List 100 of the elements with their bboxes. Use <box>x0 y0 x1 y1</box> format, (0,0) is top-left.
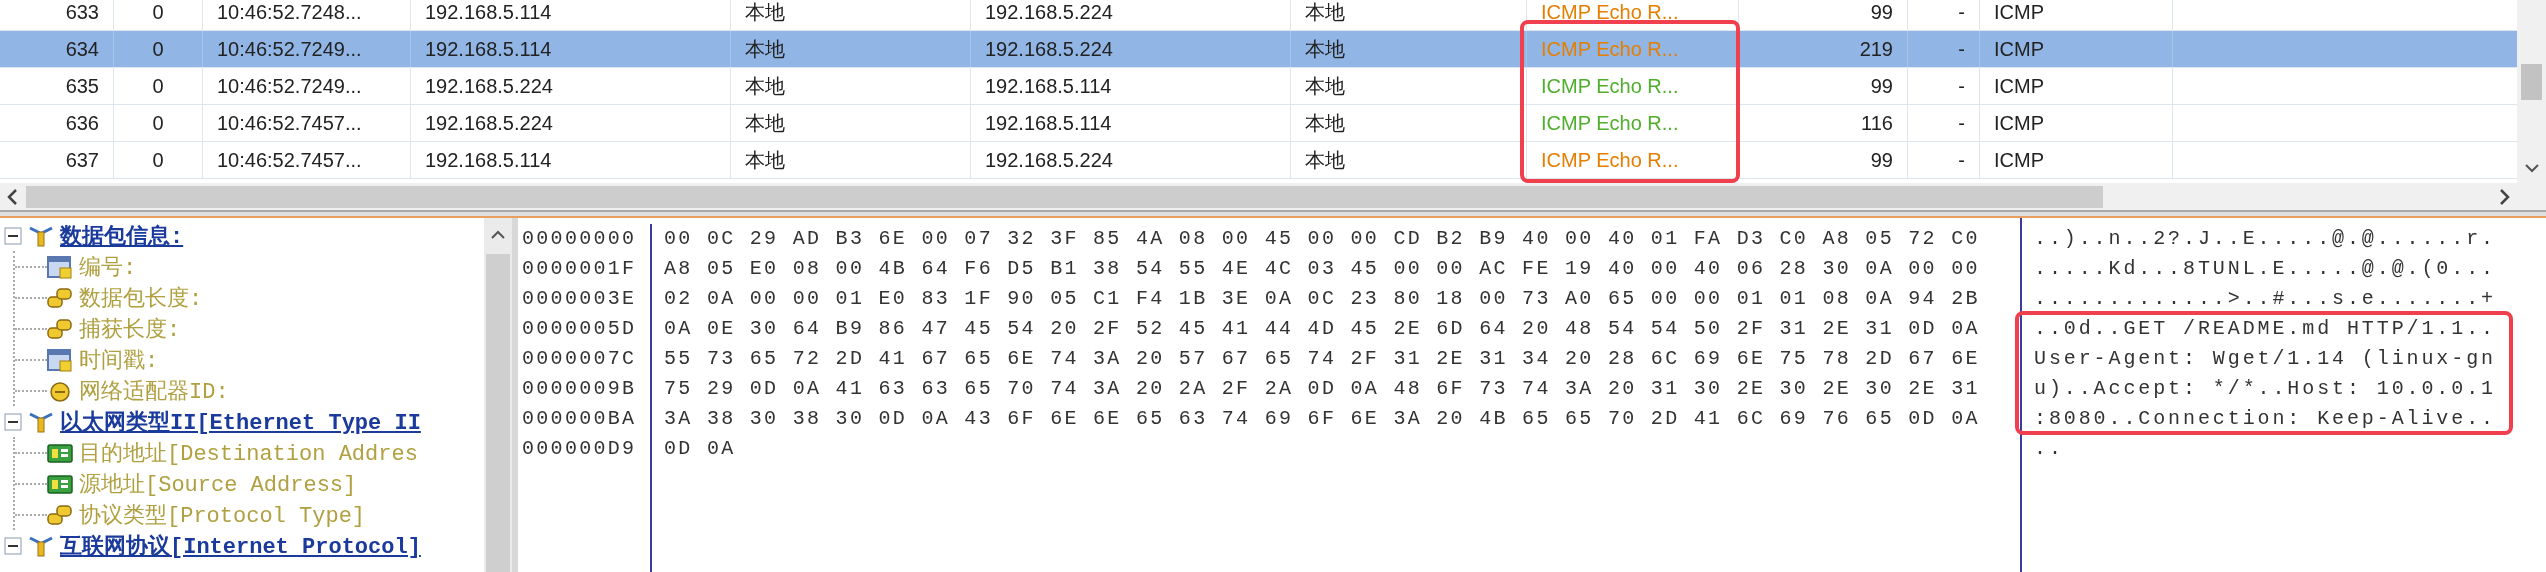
time-cell: 10:46:52.7249... <box>217 37 362 61</box>
scroll-up-icon[interactable] <box>490 230 506 240</box>
ascii-text: ..)..n..2?.J..E.....@.@......r. <box>2034 226 2496 252</box>
location-cell-text: 本地 <box>1305 147 1345 173</box>
location-cell-text: 本地 <box>745 147 785 173</box>
window-icon <box>47 254 73 279</box>
ascii-text: .....Kd...8TUNL.E.....@.@.(0... <box>2034 256 2496 282</box>
scroll-left-icon[interactable] <box>6 187 20 206</box>
hex-bytes: 0D 0A <box>664 436 737 462</box>
window-icon <box>47 347 73 372</box>
number-cell: 635 <box>65 74 99 98</box>
hex-bytes: 00 0C 29 AD B3 6E 00 07 32 3F 85 4A 08 00 45 00 00 CD B2 B9 40 00 40 01 FA D3 C0 A8 05 72 C0 <box>664 226 1981 252</box>
link-icon <box>47 285 73 310</box>
link-icon <box>47 316 73 341</box>
hex-bytes: 3A 38 30 38 30 0D 0A 43 6F 6E 6E 65 63 74 69 6F 6E 3A 20 4B 65 65 70 2D 41 6C 69 76 65 0D 0A <box>664 406 1981 432</box>
protocol-cell: ICMP <box>1994 111 2044 135</box>
section-heading[interactable]: 数据包信息: <box>60 220 184 251</box>
address-cell: 192.168.5.114 <box>425 37 552 61</box>
packet-row[interactable]: 637 0 10:46:52.7457... 192.168.5.114 本地 192.168.5.224 本地 ICMP Echo R... 99 - ICMP <box>0 142 2517 179</box>
info-cell: ICMP Echo R... <box>1541 74 1679 98</box>
offset-label: 0000001F <box>522 256 638 282</box>
address-cell: 192.168.5.224 <box>425 111 553 135</box>
ascii-text: User-Agent: Wget/1.14 (linux-gn <box>2034 346 2496 372</box>
ascii-text: .............>..#...s.e.......+ <box>2034 286 2496 312</box>
info-cell: ICMP Echo R... <box>1541 0 1679 24</box>
number-cell: 636 <box>65 111 99 135</box>
address-cell: 192.168.5.114 <box>425 0 552 24</box>
ascii-text: :8080..Connection: Keep-Alive.. <box>2034 406 2496 432</box>
collapse-icon[interactable] <box>4 536 22 555</box>
address-cell: 192.168.5.224 <box>985 0 1113 24</box>
scroll-thumb[interactable] <box>2521 64 2542 100</box>
scroll-thumb[interactable] <box>26 185 2103 208</box>
collapse-icon[interactable] <box>4 412 22 431</box>
vertical-scrollbar[interactable] <box>484 218 512 572</box>
offset-label: 0000007C <box>522 346 638 372</box>
protocol-cell: ICMP <box>1994 37 2044 61</box>
offset-label: 0000005D <box>522 316 638 342</box>
protocol-cell: ICMP <box>1994 74 2044 98</box>
section-heading[interactable]: 互联网协议[Internet Protocol] <box>60 530 421 561</box>
scroll-thumb[interactable] <box>486 254 510 572</box>
offset-label: 000000D9 <box>522 436 638 462</box>
dash-cell: - <box>1958 111 1965 135</box>
address-cell: 192.168.5.224 <box>985 37 1113 61</box>
section-heading[interactable]: 以太网类型II[Ethernet Type II <box>60 406 421 437</box>
address-cell: 192.168.5.114 <box>425 148 552 172</box>
link-icon <box>47 502 73 527</box>
address-cell: 192.168.5.114 <box>985 74 1112 98</box>
location-cell-text: 本地 <box>1305 73 1345 99</box>
dash-cell: - <box>1958 37 1965 61</box>
number-cell: 634 <box>65 37 99 61</box>
hex-bytes: 0A 0E 30 64 B9 86 47 45 54 20 2F 52 45 41 44 4D 45 2E 6D 64 20 48 54 54 50 2F 31 2E 31 0D 0A <box>664 316 1981 342</box>
vertical-scrollbar[interactable] <box>2517 0 2546 183</box>
ascii-text: u)..Accept: */*..Host: 10.0.0.1 <box>2034 376 2496 402</box>
info-cell: ICMP Echo R... <box>1541 111 1679 135</box>
info-cell: ICMP Echo R... <box>1541 37 1679 61</box>
length-cell: 99 <box>1870 148 1893 172</box>
info-cell: ICMP Echo R... <box>1541 148 1679 172</box>
length-cell: 99 <box>1870 74 1893 98</box>
hex-bytes: A8 05 E0 08 00 4B 64 F6 D5 B1 38 54 55 4E 4C 03 45 00 00 AC FE 19 40 00 40 06 28 30 0A 00 00 <box>664 256 1981 282</box>
dash-cell: - <box>1958 148 1965 172</box>
location-cell-text: 本地 <box>745 0 785 25</box>
length-cell: 219 <box>1859 37 1893 61</box>
ascii-text: .. <box>2034 436 2065 462</box>
address-cell: 192.168.5.224 <box>425 74 553 98</box>
collapse-icon[interactable] <box>4 226 22 245</box>
length-cell: 116 <box>1861 111 1893 135</box>
ascii-text: ..0d..GET /README.md HTTP/1.1.. <box>2034 316 2496 342</box>
time-cell: 10:46:52.7249... <box>217 74 362 98</box>
count-cell: 0 <box>152 0 164 24</box>
packet-row[interactable]: 636 0 10:46:52.7457... 192.168.5.224 本地 192.168.5.114 本地 ICMP Echo R... 116 - ICMP <box>0 105 2517 142</box>
count-cell: 0 <box>152 74 164 98</box>
count-cell: 0 <box>152 148 164 172</box>
location-cell-text: 本地 <box>1305 0 1345 25</box>
offset-label: 0000009B <box>522 376 638 402</box>
dash-cell: - <box>1958 0 1965 24</box>
offset-label: 000000BA <box>522 406 638 432</box>
scroll-right-icon[interactable] <box>2497 187 2511 206</box>
protocol-cell: ICMP <box>1994 148 2044 172</box>
location-cell-text: 本地 <box>745 36 785 62</box>
location-cell-text: 本地 <box>1305 36 1345 62</box>
location-cell-text: 本地 <box>745 73 785 99</box>
offset-label: 0000003E <box>522 286 638 312</box>
time-cell: 10:46:52.7248... <box>217 0 362 24</box>
count-cell: 0 <box>152 111 164 135</box>
time-cell: 10:46:52.7457... <box>217 148 362 172</box>
hex-bytes: 02 0A 00 00 01 E0 83 1F 90 05 C1 F4 1B 3E 0A 0C 23 80 18 00 73 A0 65 00 00 01 01 08 0A 94 2B <box>664 286 1981 312</box>
address-cell: 192.168.5.114 <box>985 111 1112 135</box>
number-cell: 633 <box>65 0 99 24</box>
packet-row[interactable]: 634 0 10:46:52.7249... 192.168.5.114 本地 192.168.5.224 本地 ICMP Echo R... 219 - ICMP <box>0 31 2517 68</box>
offset-label: 00000000 <box>522 226 638 252</box>
address-cell: 192.168.5.224 <box>985 148 1113 172</box>
time-cell: 10:46:52.7457... <box>217 111 362 135</box>
count-cell: 0 <box>152 37 164 61</box>
location-cell-text: 本地 <box>1305 110 1345 136</box>
length-cell: 99 <box>1870 0 1893 24</box>
packet-row[interactable]: 635 0 10:46:52.7249... 192.168.5.224 本地 192.168.5.114 本地 ICMP Echo R... 99 - ICMP <box>0 68 2517 105</box>
dash-cell: - <box>1958 74 1965 98</box>
hex-bytes: 55 73 65 72 2D 41 67 65 6E 74 3A 20 57 67 65 74 2F 31 2E 31 34 20 28 6C 69 6E 75 78 2D 67 6E <box>664 346 1981 372</box>
number-cell: 637 <box>65 148 99 172</box>
scroll-down-icon[interactable] <box>2524 163 2540 173</box>
